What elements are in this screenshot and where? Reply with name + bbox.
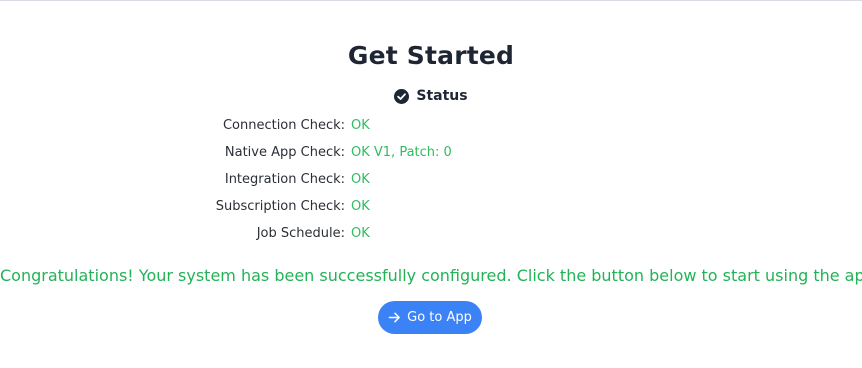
top-divider: [0, 0, 862, 1]
check-row-connection: Connection Check: OK: [0, 116, 862, 143]
status-label: Status: [416, 88, 468, 104]
status-check-list: Connection Check: OK Native App Check: O…: [0, 116, 862, 251]
check-label: Job Schedule:: [256, 226, 345, 241]
go-to-app-button[interactable]: Go to App: [378, 301, 482, 334]
check-row-subscription: Subscription Check: OK: [0, 197, 862, 224]
check-row-integration: Integration Check: OK: [0, 170, 862, 197]
check-row-job-schedule: Job Schedule: OK: [0, 224, 862, 251]
check-row-native-app: Native App Check: OK V1, Patch: 0: [0, 143, 862, 170]
check-value: OK: [351, 118, 370, 133]
check-label: Integration Check:: [224, 172, 345, 187]
status-heading: Status: [0, 88, 862, 104]
check-value: OK: [351, 172, 370, 187]
check-label: Connection Check:: [222, 118, 345, 133]
check-value: OK V1, Patch: 0: [351, 145, 452, 160]
page-title: Get Started: [347, 41, 515, 70]
check-value: OK: [351, 199, 370, 214]
check-label: Native App Check:: [224, 145, 345, 160]
go-to-app-label: Go to App: [407, 310, 472, 325]
check-value: OK: [351, 226, 370, 241]
check-circle-icon: [394, 88, 410, 104]
success-message: Congratulations! Your system has been su…: [0, 266, 862, 285]
arrow-right-icon: [388, 312, 401, 323]
check-label: Subscription Check:: [215, 199, 345, 214]
